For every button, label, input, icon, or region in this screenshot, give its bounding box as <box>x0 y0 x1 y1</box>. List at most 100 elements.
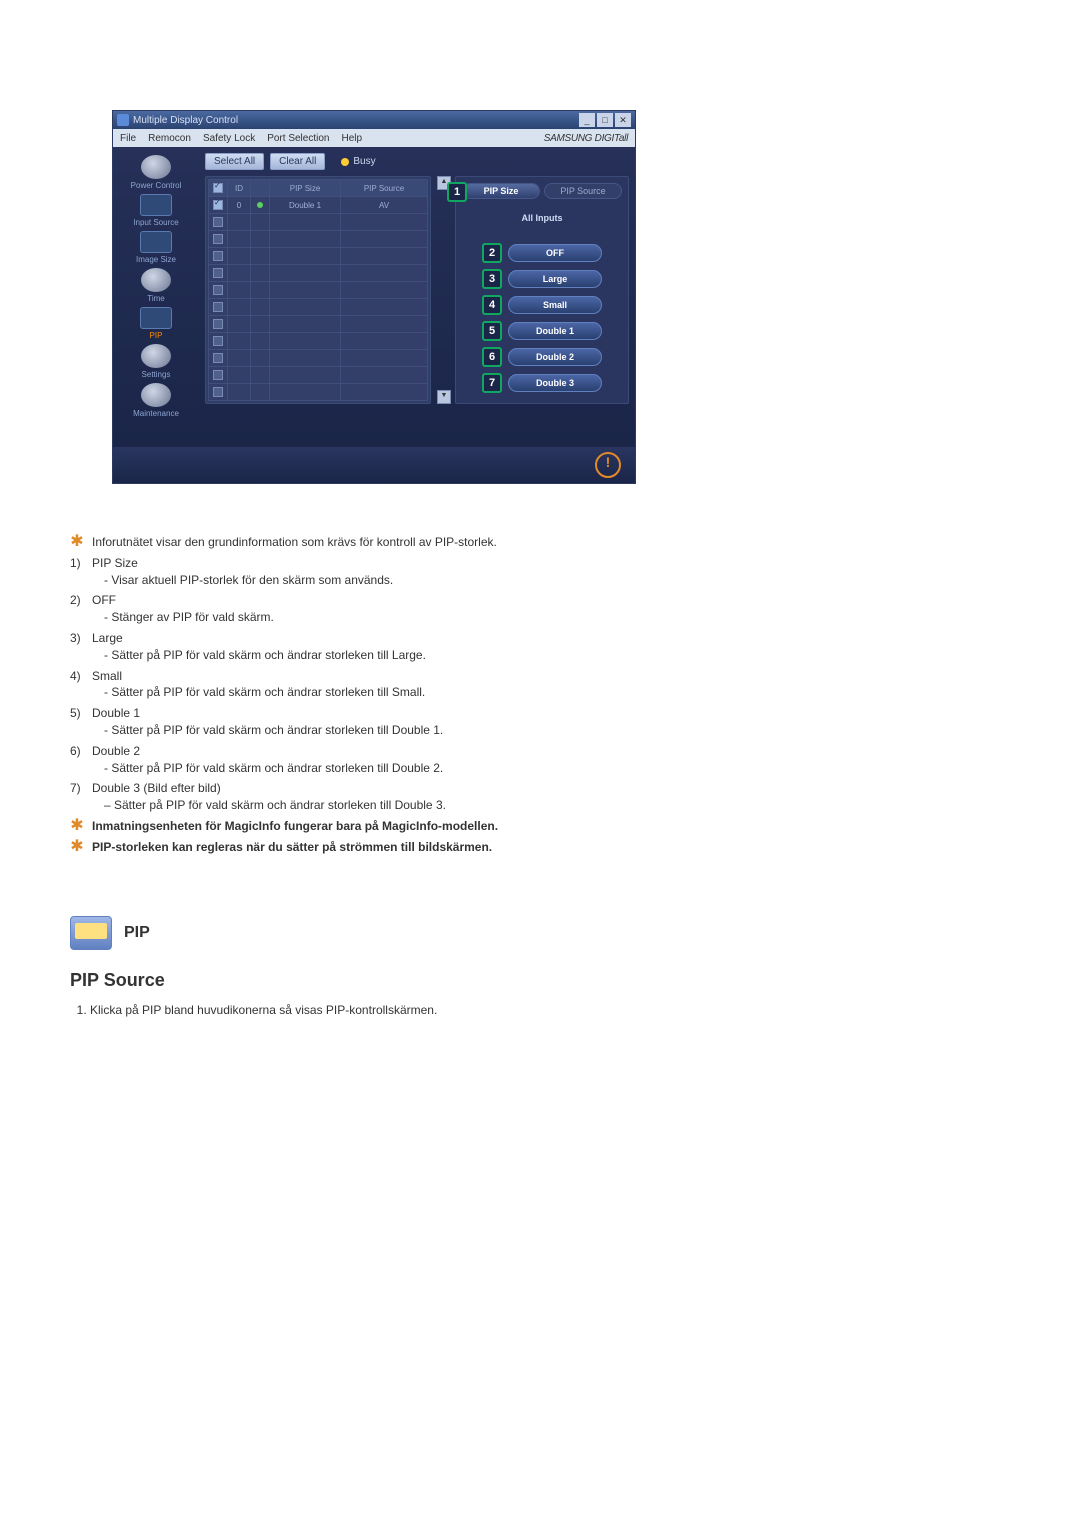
option-button[interactable]: Double 3 <box>508 374 602 392</box>
status-bar <box>113 447 635 483</box>
table-row[interactable] <box>209 231 428 248</box>
menu-port-selection[interactable]: Port Selection <box>264 133 332 144</box>
table-row[interactable] <box>209 265 428 282</box>
list-item: 5) Double 1- Sätter på PIP för vald skär… <box>70 705 1010 739</box>
instructions-list: Klicka på PIP bland huvudikonerna så vis… <box>74 1001 1010 1019</box>
section-header: PIP <box>70 916 1010 950</box>
table-row[interactable] <box>209 214 428 231</box>
menu-safety-lock[interactable]: Safety Lock <box>200 133 258 144</box>
option-button[interactable]: Double 2 <box>508 348 602 366</box>
table-row[interactable] <box>209 299 428 316</box>
sidebar-item-input-source[interactable]: Input Source <box>113 194 199 227</box>
pip-icon <box>140 307 172 329</box>
list-item: 4) Small- Sätter på PIP för vald skärm o… <box>70 668 1010 702</box>
menu-remocon[interactable]: Remocon <box>145 133 194 144</box>
subheading: PIP Source <box>70 970 1010 991</box>
maximize-button[interactable]: □ <box>597 113 613 127</box>
pip-section-icon <box>70 916 112 950</box>
callout-number: 5 <box>482 321 502 341</box>
option-button[interactable]: Double 1 <box>508 322 602 340</box>
menu-help[interactable]: Help <box>338 133 365 144</box>
option-button[interactable]: OFF <box>508 244 602 262</box>
table-row[interactable] <box>209 333 428 350</box>
sidebar-item-settings[interactable]: Settings <box>113 344 199 379</box>
instruction-item: Klicka på PIP bland huvudikonerna så vis… <box>90 1001 1010 1019</box>
table-row[interactable] <box>209 316 428 333</box>
busy-dot-icon <box>341 158 349 166</box>
tab-pip-source[interactable]: PIP Source <box>544 183 622 199</box>
col-checkbox[interactable] <box>209 180 228 197</box>
checkbox[interactable] <box>213 200 223 210</box>
note-1: Inmatningsenheten för MagicInfo fungerar… <box>92 818 498 835</box>
clock-icon <box>141 268 171 292</box>
callout-number: 3 <box>482 269 502 289</box>
star-icon: ✱ <box>70 818 84 834</box>
option-row: 2 OFF <box>482 243 602 263</box>
sidebar-item-maintenance[interactable]: Maintenance <box>113 383 199 418</box>
table-row[interactable] <box>209 350 428 367</box>
tab-pip-size[interactable]: 1 PIP Size <box>462 183 540 199</box>
input-source-icon <box>140 194 172 216</box>
list-item: 7) Double 3 (Bild efter bild)– Sätter på… <box>70 780 1010 814</box>
sidebar-item-power-control[interactable]: Power Control <box>113 155 199 190</box>
scroll-down-icon[interactable]: ▼ <box>437 390 451 404</box>
callout-number: 2 <box>482 243 502 263</box>
col-pip-size: PIP Size <box>270 180 341 197</box>
checkbox[interactable] <box>213 353 223 363</box>
callout-number: 7 <box>482 373 502 393</box>
maintenance-icon <box>141 383 171 407</box>
option-button[interactable]: Large <box>508 270 602 288</box>
sidebar-item-image-size[interactable]: Image Size <box>113 231 199 264</box>
select-all-button[interactable]: Select All <box>205 153 264 170</box>
option-button[interactable]: Small <box>508 296 602 314</box>
intro-text: Inforutnätet visar den grundinformation … <box>92 534 497 551</box>
col-status <box>251 180 270 197</box>
main-area: Select All Clear All Busy ID <box>199 147 635 447</box>
option-row: 7 Double 3 <box>482 373 602 393</box>
titlebar: Multiple Display Control _ □ ✕ <box>113 111 635 129</box>
list-item: 3) Large- Sätter på PIP för vald skärm o… <box>70 630 1010 664</box>
clear-all-button[interactable]: Clear All <box>270 153 325 170</box>
option-row: 5 Double 1 <box>482 321 602 341</box>
callout-1: 1 <box>447 182 467 202</box>
list-item: 6) Double 2- Sätter på PIP för vald skär… <box>70 743 1010 777</box>
sidebar-item-pip[interactable]: PIP <box>113 307 199 340</box>
scrollbar[interactable]: ▲ ▼ <box>437 176 449 404</box>
table-row[interactable] <box>209 282 428 299</box>
checkbox[interactable] <box>213 217 223 227</box>
checkbox[interactable] <box>213 387 223 397</box>
data-grid: ID PIP Size PIP Source 0Double 1AV <box>205 176 431 404</box>
checkbox[interactable] <box>213 251 223 261</box>
checkbox[interactable] <box>213 285 223 295</box>
col-id: ID <box>228 180 251 197</box>
power-icon <box>141 155 171 179</box>
table-row[interactable]: 0Double 1AV <box>209 197 428 214</box>
checkbox[interactable] <box>213 302 223 312</box>
table-row[interactable] <box>209 367 428 384</box>
all-inputs-label: All Inputs <box>462 213 622 223</box>
checkbox[interactable] <box>213 336 223 346</box>
menu-file[interactable]: File <box>117 133 139 144</box>
app-window: Multiple Display Control _ □ ✕ File Remo… <box>112 110 636 484</box>
section-title: PIP <box>124 924 150 942</box>
brand-label: SAMSUNG DIGITall <box>541 133 631 144</box>
checkbox[interactable] <box>213 319 223 329</box>
table-row[interactable] <box>209 384 428 401</box>
table-row[interactable] <box>209 248 428 265</box>
busy-indicator: Busy <box>341 156 375 167</box>
col-pip-source: PIP Source <box>341 180 428 197</box>
close-button[interactable]: ✕ <box>615 113 631 127</box>
options-panel: 1 PIP Size PIP Source All Inputs 2 OFF 3 La… <box>455 176 629 404</box>
app-icon <box>117 114 129 126</box>
sidebar-item-time[interactable]: Time <box>113 268 199 303</box>
checkbox[interactable] <box>213 370 223 380</box>
checkbox[interactable] <box>213 234 223 244</box>
note-2: PIP-storleken kan regleras när du sätter… <box>92 839 492 856</box>
sidebar: Power Control Input Source Image Size Ti… <box>113 147 199 447</box>
list-item: 2) OFF- Stänger av PIP för vald skärm. <box>70 592 1010 626</box>
status-dot-icon <box>257 202 263 208</box>
gear-icon <box>141 344 171 368</box>
checkbox[interactable] <box>213 268 223 278</box>
minimize-button[interactable]: _ <box>579 113 595 127</box>
description-list: 1) PIP Size- Visar aktuell PIP-storlek f… <box>70 555 1010 814</box>
